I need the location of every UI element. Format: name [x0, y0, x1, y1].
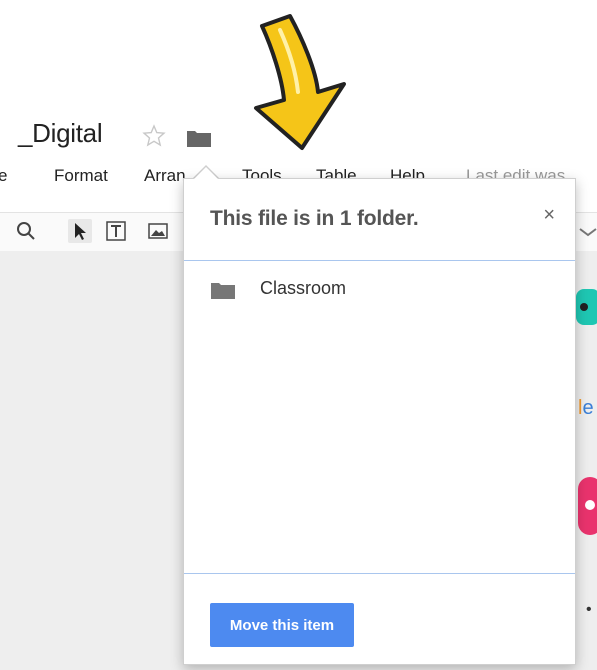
- popup-title: This file is in 1 folder.: [210, 207, 419, 230]
- move-item-button[interactable]: Move this item: [210, 603, 354, 647]
- popup-footer: Move this item: [184, 573, 575, 664]
- star-icon[interactable]: [142, 124, 166, 148]
- folder-icon[interactable]: [186, 128, 212, 148]
- text-box-icon[interactable]: [104, 219, 128, 243]
- select-cursor-icon[interactable]: [68, 219, 92, 243]
- folder-icon: [211, 283, 235, 299]
- document-title[interactable]: _Digital: [18, 118, 103, 149]
- popup-caret-inner: [194, 167, 218, 179]
- close-icon[interactable]: ×: [543, 205, 555, 225]
- folder-list-item[interactable]: Classroom: [184, 275, 575, 309]
- menu-item-edit[interactable]: e: [0, 166, 7, 186]
- zoom-icon[interactable]: [14, 219, 38, 243]
- orange-letter-decoration: le: [578, 397, 594, 419]
- bullet-decoration: •: [586, 601, 592, 618]
- menu-item-arrange[interactable]: Arran: [144, 166, 186, 186]
- pink-shape-decoration: [578, 477, 597, 535]
- image-icon[interactable]: [146, 219, 170, 243]
- popup-header: This file is in 1 folder. ×: [184, 179, 575, 261]
- arrow-annotation: [254, 14, 346, 150]
- folder-popup: This file is in 1 folder. × Classroom Mo…: [183, 178, 576, 665]
- folder-name: Classroom: [260, 278, 347, 298]
- chevron-down-icon[interactable]: [576, 219, 597, 243]
- menu-item-format[interactable]: Format: [54, 166, 108, 186]
